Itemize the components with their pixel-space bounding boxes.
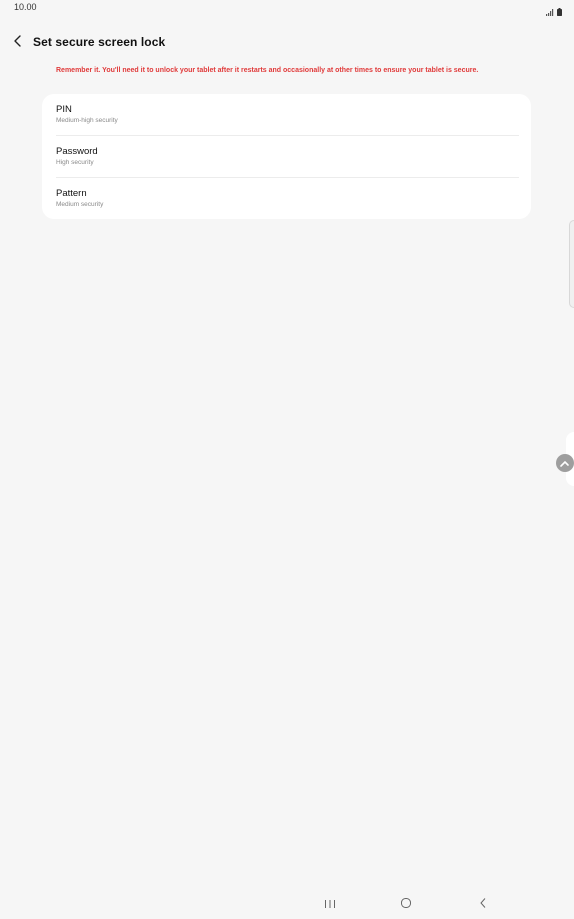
home-button[interactable] (395, 897, 417, 913)
edge-panel-handle[interactable] (569, 220, 574, 308)
edge-shortcut-icon[interactable] (554, 453, 574, 473)
status-time: 10.00 (14, 2, 37, 12)
signal-icon (546, 3, 554, 21)
option-subtitle: Medium security (56, 201, 104, 208)
header: Set secure screen lock (0, 30, 574, 56)
back-icon (478, 896, 488, 914)
status-bar: 10.00 (0, 0, 574, 16)
lock-options-card: PIN Medium-high security Password High s… (42, 94, 531, 219)
screen: 10.00 Set secure screen lock Remember it… (0, 0, 574, 919)
nav-back-button[interactable] (472, 897, 494, 913)
option-subtitle: Medium-high security (56, 117, 118, 124)
chevron-left-icon (13, 34, 23, 53)
option-pattern[interactable]: Pattern Medium security (42, 178, 531, 220)
warning-text: Remember it. You'll need it to unlock yo… (56, 67, 479, 74)
option-password[interactable]: Password High security (42, 136, 531, 178)
option-pin[interactable]: PIN Medium-high security (42, 94, 531, 136)
battery-icon (557, 3, 562, 21)
option-title: Password (56, 146, 98, 157)
navigation-bar (0, 893, 574, 919)
option-subtitle: High security (56, 159, 94, 166)
recents-button[interactable] (319, 897, 341, 913)
back-button[interactable] (9, 33, 27, 53)
home-icon (400, 896, 412, 914)
option-title: Pattern (56, 188, 87, 199)
option-title: PIN (56, 104, 72, 115)
status-icons (546, 3, 562, 21)
recents-icon (324, 896, 336, 914)
page-title: Set secure screen lock (33, 35, 166, 49)
